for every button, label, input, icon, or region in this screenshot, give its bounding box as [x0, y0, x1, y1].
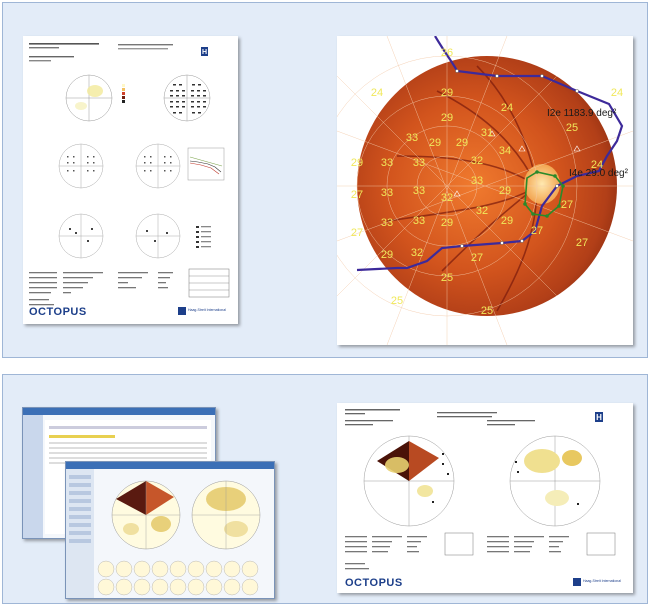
defect-curve: [187, 147, 225, 181]
svg-text:29: 29: [501, 215, 513, 227]
svg-text:27: 27: [561, 199, 573, 211]
svg-text:29: 29: [381, 249, 393, 261]
svg-text:27: 27: [351, 189, 363, 201]
comparison-gct-map: [65, 74, 113, 122]
svg-text:29: 29: [441, 112, 453, 124]
svg-text:33: 33: [413, 215, 425, 227]
svg-text:33: 33: [413, 185, 425, 197]
svg-text:26: 26: [441, 47, 453, 59]
perimetry-report-sheet: H OCTOPUS Haag-Streit International: [23, 36, 238, 324]
svg-text:29: 29: [429, 137, 441, 149]
top-panel: H OCTOPUS Haag-Streit International I2e …: [2, 2, 648, 358]
svg-text:29: 29: [441, 87, 453, 99]
comparison-map: [58, 143, 181, 189]
svg-text:H: H: [202, 49, 207, 56]
svg-text:25: 25: [391, 295, 403, 307]
svg-text:27: 27: [576, 237, 588, 249]
svg-text:33: 33: [413, 157, 425, 169]
svg-text:32: 32: [476, 205, 488, 217]
svg-text:34: 34: [499, 145, 511, 157]
window-title-bar: [23, 408, 215, 415]
probabilities-maps: [58, 213, 181, 259]
svg-text:32: 32: [411, 247, 423, 259]
svg-text:27: 27: [351, 227, 363, 239]
svg-text:27: 27: [531, 225, 543, 237]
svg-text:25: 25: [481, 305, 493, 317]
svg-text:29: 29: [456, 137, 468, 149]
svg-text:24: 24: [591, 159, 603, 171]
haag-streit-label: Haag-Streit International: [188, 308, 226, 312]
report-sheet-graphics: H: [29, 43, 230, 306]
svg-text:32: 32: [441, 192, 453, 204]
svg-text:32: 32: [471, 155, 483, 167]
svg-text:31: 31: [481, 127, 493, 139]
window-title-bar: [66, 462, 274, 469]
svg-text:24: 24: [611, 87, 623, 99]
report2-brand: OCTOPUS: [345, 577, 403, 589]
svg-text:29: 29: [499, 185, 511, 197]
haag-streit-logo: [178, 307, 186, 315]
comparison-report-graphics: H: [345, 409, 616, 570]
svg-text:27: 27: [471, 252, 483, 264]
svg-text:24: 24: [371, 87, 383, 99]
svg-text:25: 25: [441, 272, 453, 284]
visual-field-maps: [66, 469, 261, 598]
svg-text:29: 29: [441, 217, 453, 229]
haag-streit-label-2: Haag-Streit International: [583, 579, 621, 583]
report-brand: OCTOPUS: [29, 306, 87, 318]
svg-text:29: 29: [351, 157, 363, 169]
svg-text:24: 24: [501, 102, 513, 114]
bottom-panel: H OCTOPUS Haag-Streit International: [2, 374, 648, 604]
software-window-front: [65, 461, 275, 599]
optic-disc: [524, 164, 560, 204]
svg-text:33: 33: [471, 175, 483, 187]
window-sidebar: [23, 415, 43, 538]
fundus-kinetic-panel: I2e 1183.9 deg² I4e 29.0 deg² 29 29 33 2…: [337, 36, 633, 345]
isopter-label-i2e: I2e 1183.9 deg²: [547, 108, 617, 119]
svg-text:33: 33: [381, 157, 393, 169]
haag-streit-logo-2: [573, 578, 581, 586]
comparison-report-sheet: H OCTOPUS Haag-Streit International: [337, 403, 633, 593]
svg-text:33: 33: [381, 217, 393, 229]
svg-text:33: 33: [381, 187, 393, 199]
svg-text:33: 33: [406, 132, 418, 144]
svg-text:25: 25: [566, 122, 578, 134]
values-map: [163, 74, 211, 122]
svg-text:H: H: [596, 413, 602, 422]
fundus-graphic: I2e 1183.9 deg² I4e 29.0 deg² 29 29 33 2…: [337, 36, 633, 345]
